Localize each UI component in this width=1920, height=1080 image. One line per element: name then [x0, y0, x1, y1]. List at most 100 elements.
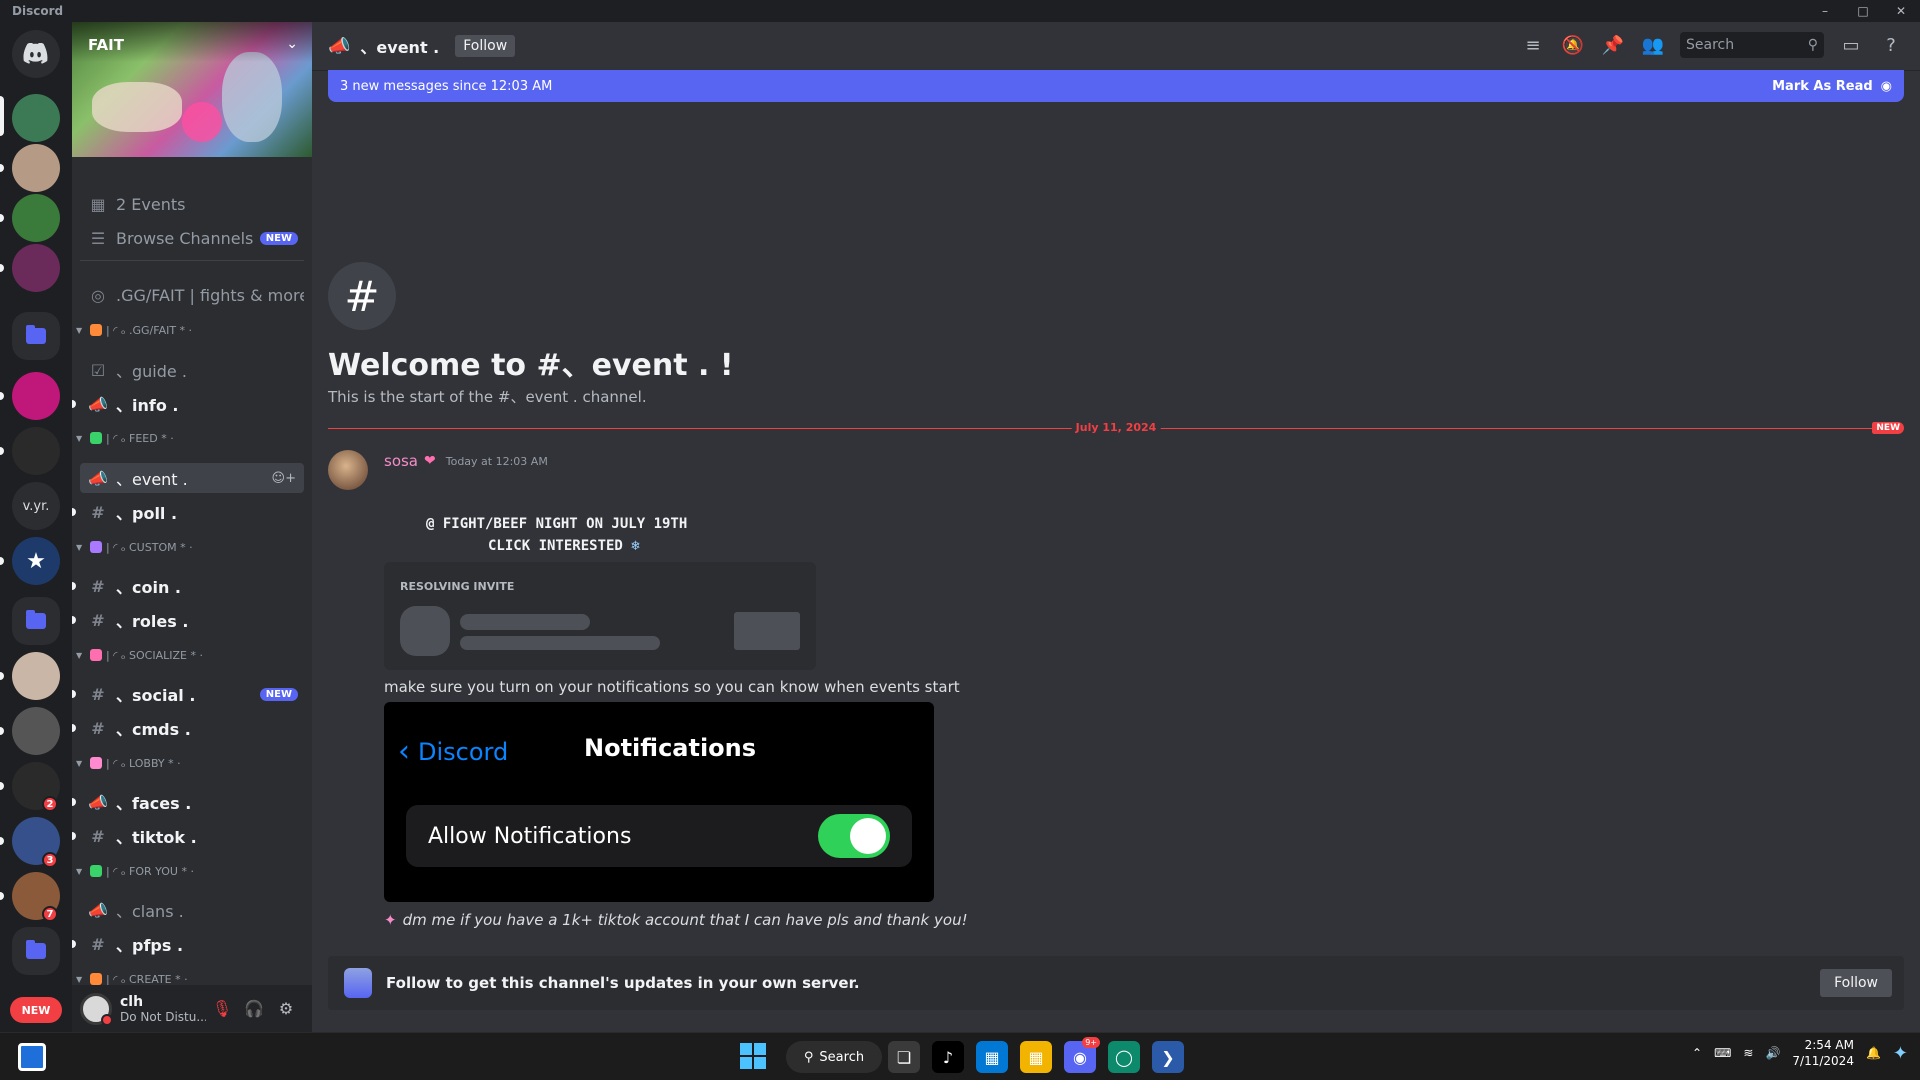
category-emoji-icon: [90, 757, 102, 769]
pin-icon[interactable]: 📌: [1600, 32, 1626, 58]
clock[interactable]: 2:54 AM 7/11/2024: [1792, 1037, 1854, 1069]
taskbar-search[interactable]: ⚲ Search: [786, 1041, 882, 1073]
server-folder[interactable]: [12, 312, 60, 360]
category-custom[interactable]: ▼ | ◜ ₒ CUSTOM * ·: [76, 538, 306, 556]
maximize-icon[interactable]: □: [1844, 0, 1882, 22]
events-label: 2 Events: [116, 194, 186, 214]
server-folder[interactable]: [12, 927, 60, 975]
notification-settings-icon[interactable]: 🔕: [1560, 32, 1586, 58]
welcome-title: Welcome to #、event . !: [328, 348, 734, 383]
chevron-down-icon[interactable]: ⌄: [286, 36, 298, 52]
clock-date: 7/11/2024: [1792, 1054, 1854, 1068]
close-icon[interactable]: ✕: [1882, 0, 1920, 22]
mic-muted-icon[interactable]: 🎙: [206, 993, 238, 1025]
category-emoji-icon: [90, 432, 102, 444]
volume-icon[interactable]: 🔊: [1765, 1046, 1780, 1060]
server-icon[interactable]: [12, 194, 60, 242]
mark-as-read-button[interactable]: Mark As Read ◉: [1772, 79, 1892, 94]
unread-pip: [72, 724, 76, 732]
tiktok-icon[interactable]: ♪: [932, 1041, 964, 1073]
help-icon[interactable]: ?: [1878, 32, 1904, 58]
server-name[interactable]: FAIT: [88, 36, 124, 54]
copilot-icon[interactable]: ✦: [1893, 1043, 1908, 1064]
hash-icon: #: [91, 576, 105, 596]
system-tray: ⌃ ⌨ ≋ 🔊 2:54 AM 7/11/2024 🔔 ✦: [1692, 1037, 1908, 1069]
search-placeholder: Search: [1686, 37, 1735, 53]
browse-channels-icon: ☰: [90, 228, 106, 248]
member-list-icon[interactable]: 👥: [1640, 32, 1666, 58]
channel-tiktok[interactable]: # 、tiktok .: [72, 821, 304, 851]
channel-event[interactable]: 📣 、event . ☺+: [80, 463, 304, 493]
discord-home-button[interactable]: [12, 30, 60, 78]
widgets-icon[interactable]: [18, 1043, 46, 1071]
notifications-screenshot-image[interactable]: ‹ Discord Notifications Allow Notificatio…: [384, 702, 934, 902]
category-lobby[interactable]: ▼ | ◜ ₒ LOBBY * ·: [76, 754, 306, 772]
new-messages-bar[interactable]: 3 new messages since 12:03 AM Mark As Re…: [328, 70, 1904, 102]
powershell-icon[interactable]: ❯: [1152, 1041, 1184, 1073]
avatar[interactable]: [328, 450, 368, 490]
discord-taskbar-icon[interactable]: ◉ 9+: [1064, 1037, 1100, 1073]
image-setting-row: Allow Notifications: [406, 805, 912, 867]
file-explorer-icon[interactable]: ▦: [1020, 1041, 1052, 1073]
events-link[interactable]: ▦ 2 Events: [80, 189, 304, 219]
channel-guide[interactable]: ☑ 、guide .: [80, 355, 304, 385]
new-server-badge[interactable]: NEW: [10, 997, 62, 1023]
avatar[interactable]: [80, 992, 113, 1026]
task-view-icon[interactable]: ❏: [888, 1041, 920, 1073]
channel-faces[interactable]: 📣 、faces .: [72, 787, 304, 817]
inbox-icon[interactable]: ▭: [1838, 32, 1864, 58]
notification-bell-icon[interactable]: 🔔: [1866, 1046, 1881, 1060]
chevron-down-icon: ▼: [76, 866, 83, 876]
channel-cmds[interactable]: # 、cmds .: [72, 713, 304, 743]
browse-channels-link[interactable]: ☰ Browse Channels NEW: [80, 223, 304, 253]
invite-embed[interactable]: RESOLVING INVITE: [384, 562, 816, 670]
threads-icon[interactable]: ≡: [1520, 32, 1546, 58]
store-icon[interactable]: ▦: [976, 1041, 1008, 1073]
unread-pip: [0, 837, 4, 845]
channel-coin[interactable]: # 、coin .: [72, 571, 304, 601]
server-icon[interactable]: [12, 427, 60, 475]
follow-button[interactable]: Follow: [455, 35, 516, 57]
server-banner[interactable]: FAIT ⌄: [72, 22, 312, 157]
category-feed[interactable]: ▼ | ◜ ₒ FEED * ·: [76, 429, 306, 447]
category-gg-fait[interactable]: ▼ | ◜ ₒ .GG/FAIT * ·: [76, 321, 306, 339]
wifi-icon[interactable]: ≋: [1743, 1046, 1753, 1060]
category-socialize[interactable]: ▼ | ◜ ₒ SOCIALIZE * ·: [76, 646, 306, 664]
sparkles-icon: ❄: [631, 538, 640, 554]
server-icon[interactable]: [12, 652, 60, 700]
stage-channel[interactable]: ◎ .GG/FAIT | fights & more: [80, 280, 304, 310]
keyboard-icon[interactable]: ⌨: [1714, 1046, 1731, 1060]
headphones-icon[interactable]: 🎧: [238, 993, 270, 1025]
settings-gear-icon[interactable]: ⚙: [270, 993, 302, 1025]
message-line-text: dm me if you have a 1k+ tiktok account t…: [402, 911, 968, 929]
channel-info[interactable]: 📣 、info .: [72, 389, 304, 419]
windows-start-icon[interactable]: [740, 1043, 766, 1069]
chevron-up-icon[interactable]: ⌃: [1692, 1046, 1702, 1060]
channel-poll[interactable]: # 、poll .: [72, 497, 304, 527]
channel-clans[interactable]: 📣 、clans .: [80, 895, 304, 925]
add-member-icon[interactable]: ☺+: [272, 471, 296, 486]
search-input[interactable]: Search ⚲: [1680, 32, 1824, 58]
channel-roles[interactable]: # 、roles .: [72, 605, 304, 635]
category-emoji-icon: [90, 541, 102, 553]
calendar-icon: ▦: [90, 194, 106, 214]
channel-pfps[interactable]: # 、pfps .: [72, 929, 304, 959]
minimize-icon[interactable]: –: [1806, 0, 1844, 22]
server-icon[interactable]: [12, 94, 60, 142]
hash-icon: #: [91, 826, 105, 846]
message-author[interactable]: sosa: [384, 452, 418, 470]
channel-social[interactable]: # 、social . NEW: [72, 679, 304, 709]
server-icon[interactable]: [12, 372, 60, 420]
edge-browser-icon[interactable]: ◯: [1108, 1041, 1140, 1073]
category-for-you[interactable]: ▼ | ◜ ₒ FOR YOU * ·: [76, 862, 306, 880]
server-icon[interactable]: [12, 707, 60, 755]
notification-badge: 9+: [1082, 1037, 1100, 1048]
server-folder[interactable]: [12, 597, 60, 645]
server-icon-vyr[interactable]: v.yr.: [12, 482, 60, 530]
user-info[interactable]: clh Do Not Distu...: [120, 994, 206, 1024]
follow-button[interactable]: Follow: [1820, 969, 1892, 997]
welcome-subtitle: This is the start of the #、event . chann…: [328, 388, 647, 406]
server-icon[interactable]: [12, 244, 60, 292]
server-icon[interactable]: ★: [12, 537, 60, 585]
server-icon[interactable]: [12, 144, 60, 192]
